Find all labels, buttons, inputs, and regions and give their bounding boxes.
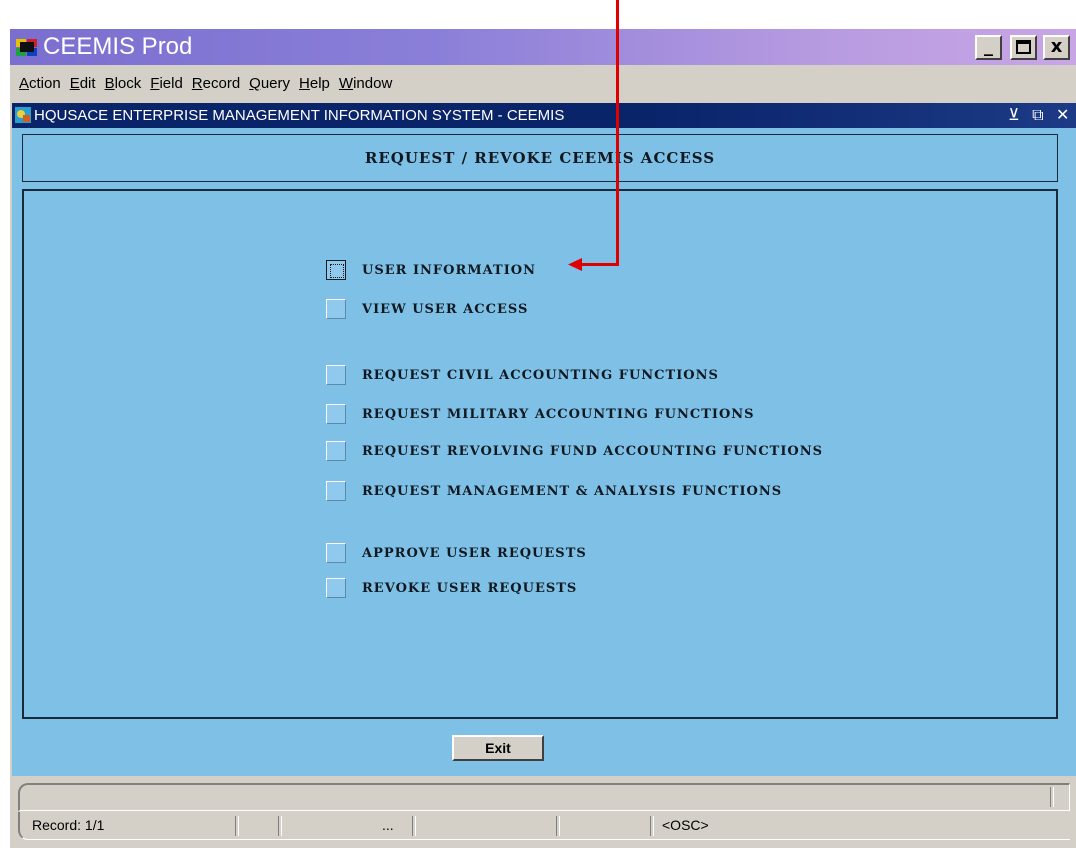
option-label: REQUEST CIVIL ACCOUNTING FUNCTIONS (362, 368, 719, 383)
form-window-icon (14, 106, 32, 124)
option-label: VIEW USER ACCESS (362, 302, 529, 317)
option-checkbox[interactable] (326, 481, 346, 501)
menu-field[interactable]: Field (150, 72, 183, 96)
menu-edit[interactable]: Edit (70, 72, 96, 96)
option-label: REQUEST REVOLVING FUND ACCOUNTING FUNCTI… (362, 444, 824, 459)
message-line (18, 783, 1070, 811)
annotation-arrow-line (616, 0, 619, 266)
option-label: REQUEST MANAGEMENT & ANALYSIS FUNCTIONS (362, 484, 783, 499)
mode-indicator: <OSC> (662, 817, 709, 833)
option-label: REQUEST MILITARY ACCOUNTING FUNCTIONS (362, 407, 755, 422)
status-separator (235, 816, 239, 836)
message-separator (1050, 787, 1054, 807)
menu-record[interactable]: Record (192, 72, 240, 96)
annotation-arrow-line (578, 263, 619, 266)
status-separator (556, 816, 560, 836)
window-title: CEEMIS Prod (43, 33, 193, 60)
status-separator (650, 816, 654, 836)
annotation-arrowhead-icon (568, 258, 582, 272)
menu-block[interactable]: Block (105, 72, 142, 96)
menu-window[interactable]: Window (339, 72, 392, 96)
option-checkbox[interactable] (326, 404, 346, 424)
form-window-title: HQUSACE ENTERPRISE MANAGEMENT INFORMATIO… (34, 107, 565, 124)
option-label: REVOKE USER REQUESTS (362, 581, 578, 596)
option-checkbox[interactable] (326, 365, 346, 385)
close-button[interactable]: x (1043, 35, 1070, 60)
record-indicator: Record: 1/1 (32, 817, 105, 833)
form-header: REQUEST / REVOKE CEEMIS ACCESS (364, 149, 716, 167)
option-checkbox[interactable] (326, 543, 346, 563)
option-checkbox[interactable] (326, 260, 346, 280)
oracle-app-icon (16, 37, 38, 57)
status-ellipsis: ... (382, 817, 394, 833)
menu-bar: Action Edit Block Field Record Query Help Windo… (10, 72, 1076, 96)
status-line: Record: 1/1 ... <OSC> (18, 812, 1070, 840)
option-label: USER INFORMATION (362, 263, 537, 278)
maximize-button[interactable] (1010, 35, 1037, 60)
option-checkbox[interactable] (326, 299, 346, 319)
minimize-button[interactable]: _ (975, 35, 1002, 60)
option-checkbox[interactable] (326, 441, 346, 461)
option-checkbox[interactable] (326, 578, 346, 598)
menu-query[interactable]: Query (249, 72, 290, 96)
exit-button[interactable]: Exit (452, 735, 544, 761)
option-label: APPROVE USER REQUESTS (362, 546, 587, 561)
status-separator (412, 816, 416, 836)
menu-action[interactable]: Action (19, 72, 61, 96)
form-window-controls[interactable]: ⊻ ⧉ ✕ (1008, 103, 1073, 128)
status-separator (278, 816, 282, 836)
menu-help[interactable]: Help (299, 72, 330, 96)
